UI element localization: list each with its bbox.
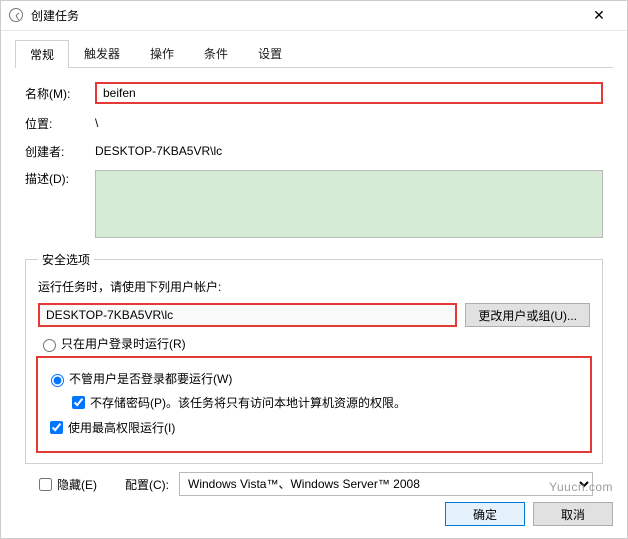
run-as-prompt: 运行任务时，请使用下列用户帐户: [38,278,590,295]
creator-value: DESKTOP-7KBA5VR\lc [95,142,603,160]
radio-run-always-input[interactable] [51,374,64,387]
tab-strip: 常规 触发器 操作 条件 设置 [15,39,613,68]
checkbox-hidden-input[interactable] [39,478,52,491]
radio-run-when-logged-in-label: 只在用户登录时运行(R) [61,335,186,352]
tab-settings[interactable]: 设置 [243,39,297,67]
radio-run-always-label: 不管用户是否登录都要运行(W) [69,370,232,387]
ok-button[interactable]: 确定 [445,502,525,526]
tab-general[interactable]: 常规 [15,40,69,68]
security-options-group: 安全选项 运行任务时，请使用下列用户帐户: DESKTOP-7KBA5VR\lc… [25,251,603,464]
desc-label: 描述(D): [25,170,95,187]
watermark: Yuucn.com [549,480,613,494]
close-button[interactable]: ✕ [579,7,619,24]
content-area: 常规 触发器 操作 条件 设置 名称(M): 位置: \ 创建者: DESKTO… [1,31,627,506]
checkbox-highest-privileges[interactable]: 使用最高权限运行(I) [46,418,582,437]
security-legend: 安全选项 [38,251,94,268]
checkbox-hidden[interactable]: 隐藏(E) [35,475,97,494]
titlebar: 创建任务 ✕ [1,1,627,31]
name-label: 名称(M): [25,85,95,102]
location-value: \ [95,114,603,132]
window-title: 创建任务 [31,7,579,24]
cancel-button[interactable]: 取消 [533,502,613,526]
run-as-account: DESKTOP-7KBA5VR\lc [38,303,457,327]
radio-run-always[interactable]: 不管用户是否登录都要运行(W) [46,370,582,387]
clock-icon [9,8,25,24]
dialog-buttons: 确定 取消 [445,502,613,526]
checkbox-no-store-password[interactable]: 不存储密码(P)。该任务将只有访问本地计算机资源的权限。 [68,393,582,412]
checkbox-no-store-password-label: 不存储密码(P)。该任务将只有访问本地计算机资源的权限。 [90,394,406,411]
change-user-button[interactable]: 更改用户或组(U)... [465,303,590,327]
radio-run-when-logged-in-input[interactable] [43,339,56,352]
checkbox-hidden-label: 隐藏(E) [57,476,97,493]
name-input[interactable] [95,82,603,104]
configure-for-select[interactable]: Windows Vista™、Windows Server™ 2008 [179,472,593,496]
tab-conditions[interactable]: 条件 [189,39,243,67]
checkbox-no-store-password-input[interactable] [72,396,85,409]
create-task-dialog: 创建任务 ✕ 常规 触发器 操作 条件 设置 名称(M): 位置: \ 创建者:… [0,0,628,539]
general-panel: 名称(M): 位置: \ 创建者: DESKTOP-7KBA5VR\lc 描述(… [15,68,613,506]
radio-run-when-logged-in[interactable]: 只在用户登录时运行(R) [38,335,590,352]
tab-actions[interactable]: 操作 [135,39,189,67]
location-label: 位置: [25,115,95,132]
description-textarea[interactable] [95,170,603,238]
checkbox-highest-privileges-input[interactable] [50,421,63,434]
bottom-row: 隐藏(E) 配置(C): Windows Vista™、Windows Serv… [25,472,603,496]
creator-label: 创建者: [25,143,95,160]
configure-for-label: 配置(C): [125,476,169,493]
checkbox-highest-privileges-label: 使用最高权限运行(I) [68,419,175,436]
highlighted-security-box: 不管用户是否登录都要运行(W) 不存储密码(P)。该任务将只有访问本地计算机资源… [38,358,590,451]
tab-triggers[interactable]: 触发器 [69,39,135,67]
